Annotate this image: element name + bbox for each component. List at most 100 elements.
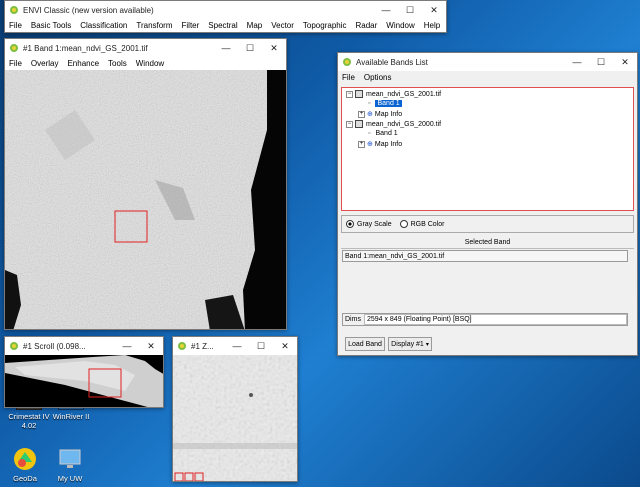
- tree-file-label: mean_ndvi_GS_2001.tif: [366, 90, 442, 98]
- tree-map-2[interactable]: + ⊕ Map Info: [358, 140, 402, 148]
- tree-band-label: Band 1: [375, 130, 398, 137]
- display-select-button[interactable]: Display #1 ▾: [388, 337, 432, 351]
- menu-overlay[interactable]: Overlay: [31, 59, 59, 68]
- rgb-color-radio[interactable]: [399, 220, 408, 228]
- tree-map-label: Map Info: [374, 110, 403, 118]
- zoom-window-title: #1 Z...: [191, 341, 214, 351]
- menu-radar[interactable]: Radar: [356, 21, 378, 30]
- tree-file-label: mean_ndvi_GS_2000.tif: [366, 120, 442, 128]
- band-bullet-icon: ▫: [368, 100, 371, 107]
- selected-band-field: Band 1:mean_ndvi_GS_2001.tif: [342, 250, 628, 262]
- selected-band-header: Selected Band: [341, 239, 634, 249]
- image-window: #1 Band 1:mean_ndvi_GS_2001.tif — ☐ ✕ Fi…: [4, 38, 287, 330]
- menu-file[interactable]: File: [9, 59, 22, 68]
- menu-window[interactable]: Window: [386, 21, 414, 30]
- ndvi-image-canvas[interactable]: [5, 70, 286, 329]
- menu-file[interactable]: File: [342, 73, 355, 82]
- tree-file-1[interactable]: − mean_ndvi_GS_2001.tif: [346, 90, 441, 98]
- desktop-icon-label: WinRiver II: [52, 412, 90, 421]
- band-tree[interactable]: − mean_ndvi_GS_2001.tif ▫ Band 1 + ⊕ Map…: [341, 87, 634, 211]
- menu-vector[interactable]: Vector: [271, 21, 294, 30]
- bands-window-menubar: File Options: [338, 71, 637, 84]
- desktop-icon-myuw[interactable]: My UW: [45, 446, 95, 483]
- dims-field: Dims 2594 x 849 (Floating Point) [BSQ]: [342, 313, 628, 326]
- tree-file-2[interactable]: − mean_ndvi_GS_2000.tif: [346, 120, 441, 128]
- menu-spectral[interactable]: Spectral: [208, 21, 237, 30]
- gray-scale-label: Gray Scale: [357, 220, 392, 228]
- globe-icon: ⊕: [367, 141, 373, 148]
- menu-options[interactable]: Options: [364, 73, 392, 82]
- rgb-color-label: RGB Color: [410, 220, 445, 228]
- zoom-image-canvas[interactable]: [173, 355, 297, 481]
- maximize-icon[interactable]: ☐: [238, 39, 262, 57]
- display-select-label: Display #1: [391, 340, 424, 348]
- menu-map[interactable]: Map: [247, 21, 263, 30]
- tree-map-label: Map Info: [374, 140, 403, 148]
- tree-map-1[interactable]: + ⊕ Map Info: [358, 110, 402, 118]
- minimize-icon[interactable]: —: [565, 53, 589, 71]
- scroll-window-title: #1 Scroll (0.098...: [23, 341, 86, 351]
- zoom-window: #1 Z... — ☐ ✕: [172, 336, 298, 482]
- menu-file[interactable]: File: [9, 21, 22, 30]
- desktop-icon-label-2: 4.02: [21, 421, 37, 430]
- expand-icon[interactable]: +: [358, 140, 365, 148]
- scroll-window: #1 Scroll (0.098... — ✕: [4, 336, 164, 408]
- bands-window-title: Available Bands List: [356, 57, 428, 67]
- desktop-icon-label: My UW: [57, 474, 83, 483]
- menu-basic-tools[interactable]: Basic Tools: [31, 21, 71, 30]
- close-icon[interactable]: ✕: [613, 53, 637, 71]
- tree-band-1[interactable]: ▫ Band 1: [368, 100, 402, 107]
- dims-label: Dims: [345, 316, 361, 323]
- bands-window: Available Bands List — ☐ ✕ File Options …: [337, 52, 638, 356]
- scroll-window-titlebar[interactable]: #1 Scroll (0.098... — ✕: [5, 337, 163, 355]
- envi-main-menubar: File Basic Tools Classification Transfor…: [5, 19, 446, 32]
- collapse-icon[interactable]: −: [346, 120, 353, 128]
- maximize-icon[interactable]: ☐: [398, 1, 422, 19]
- menu-filter[interactable]: Filter: [182, 21, 200, 30]
- gray-scale-radio[interactable]: [346, 220, 354, 228]
- band-bullet-icon: ▫: [368, 130, 371, 137]
- close-icon[interactable]: ✕: [422, 1, 446, 19]
- globe-icon: ⊕: [367, 111, 373, 118]
- close-icon[interactable]: ✕: [139, 337, 163, 355]
- menu-topographic[interactable]: Topographic: [303, 21, 347, 30]
- desktop-icon-geoda[interactable]: GeoDa: [0, 446, 50, 483]
- maximize-icon[interactable]: ☐: [589, 53, 613, 71]
- minimize-icon[interactable]: —: [214, 39, 238, 57]
- image-window-menubar: File Overlay Enhance Tools Window: [5, 57, 286, 70]
- menu-enhance[interactable]: Enhance: [67, 59, 99, 68]
- envi-logo-icon: [9, 341, 19, 351]
- menu-help[interactable]: Help: [424, 21, 440, 30]
- minimize-icon[interactable]: —: [225, 337, 249, 355]
- image-window-titlebar[interactable]: #1 Band 1:mean_ndvi_GS_2001.tif — ☐ ✕: [5, 39, 286, 57]
- desktop-icon-label: GeoDa: [13, 474, 37, 483]
- color-mode-group: Gray Scale RGB Color: [341, 215, 634, 233]
- monitor-icon: [57, 446, 83, 472]
- envi-logo-icon: [177, 341, 187, 351]
- menu-window[interactable]: Window: [136, 59, 164, 68]
- scroll-image-canvas[interactable]: [5, 355, 163, 407]
- collapse-icon[interactable]: −: [346, 90, 353, 98]
- bands-window-titlebar[interactable]: Available Bands List — ☐ ✕: [338, 53, 637, 71]
- close-icon[interactable]: ✕: [273, 337, 297, 355]
- load-band-button[interactable]: Load Band: [345, 337, 385, 351]
- image-window-title: #1 Band 1:mean_ndvi_GS_2001.tif: [23, 43, 148, 53]
- menu-tools[interactable]: Tools: [108, 59, 127, 68]
- envi-main-title: ENVI Classic (new version available): [23, 5, 154, 15]
- envi-logo-icon: [9, 5, 19, 15]
- expand-icon[interactable]: +: [358, 110, 365, 118]
- geoda-icon: [12, 446, 38, 472]
- file-icon: [355, 120, 363, 128]
- close-icon[interactable]: ✕: [262, 39, 286, 57]
- minimize-icon[interactable]: —: [115, 337, 139, 355]
- file-icon: [355, 90, 363, 98]
- envi-main-window: ENVI Classic (new version available) — ☐…: [4, 0, 447, 33]
- tree-band-2[interactable]: ▫ Band 1: [368, 130, 398, 137]
- minimize-icon[interactable]: —: [374, 1, 398, 19]
- menu-classification[interactable]: Classification: [80, 21, 127, 30]
- dims-value: 2594 x 849 (Floating Point) [BSQ]: [363, 314, 627, 325]
- envi-main-titlebar[interactable]: ENVI Classic (new version available) — ☐…: [5, 1, 446, 19]
- zoom-window-titlebar[interactable]: #1 Z... — ☐ ✕: [173, 337, 297, 355]
- maximize-icon[interactable]: ☐: [249, 337, 273, 355]
- menu-transform[interactable]: Transform: [136, 21, 172, 30]
